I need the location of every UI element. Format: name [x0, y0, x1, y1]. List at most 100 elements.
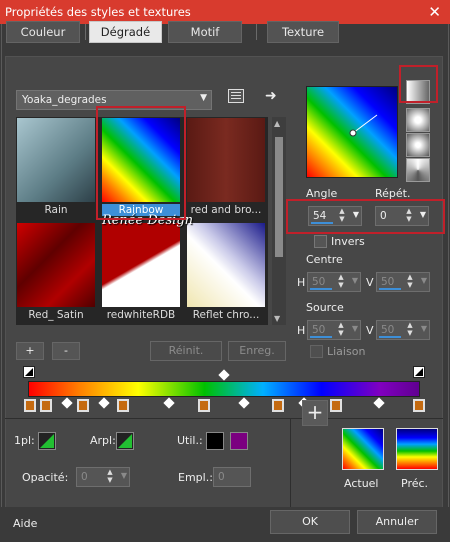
source-h-input[interactable]: 50 ▲ ▼ ▼ [307, 320, 361, 340]
scroll-down-icon[interactable]: ▼ [274, 314, 280, 323]
center-v-slider[interactable] [379, 288, 401, 290]
color-stop[interactable] [117, 399, 129, 412]
swatch-scrollbar[interactable]: ▲ ▼ [272, 117, 286, 325]
util-color-black[interactable] [206, 432, 224, 450]
color-stop[interactable] [198, 399, 210, 412]
close-icon[interactable]: ✕ [428, 3, 441, 21]
source-v-input[interactable]: 50 ▲ ▼ ▼ [376, 320, 430, 340]
source-h-slider[interactable] [310, 336, 332, 338]
source-v-label: V [366, 324, 374, 337]
util-color-purple[interactable] [230, 432, 248, 450]
swatch-label: redwhiteRDB [106, 309, 176, 321]
add-to-library-button[interactable]: + [302, 400, 328, 426]
center-h-input[interactable]: 50 ▲ ▼ ▼ [307, 272, 361, 292]
library-manager-icon[interactable] [228, 89, 244, 103]
swatch-redwhiterdb[interactable]: redwhiteRDB [102, 223, 180, 325]
swatch-preview [102, 223, 180, 307]
chevron-down-icon[interactable]: ▼ [352, 276, 358, 285]
remove-gradient-button[interactable]: - [52, 342, 80, 360]
scroll-up-icon[interactable]: ▲ [274, 119, 280, 128]
empl-value: 0 [218, 471, 225, 483]
swatch-preview [17, 118, 95, 202]
gradient-preview[interactable] [306, 86, 398, 178]
add-gradient-button[interactable]: + [16, 342, 44, 360]
save-gradient-button[interactable]: Enreg. [228, 341, 286, 361]
divider [290, 418, 291, 508]
opacity-stepper[interactable]: ▲ ▼ [105, 468, 115, 486]
center-h-label: H [297, 276, 306, 289]
swatch-red-satin[interactable]: Red_ Satin [17, 223, 95, 325]
color-stop[interactable] [413, 399, 425, 412]
empl-input[interactable]: 0 [213, 467, 251, 487]
tab-motif[interactable]: Motif [168, 21, 242, 43]
swatch-reflet-chrome[interactable]: Reflet chro... [187, 223, 265, 325]
start-pin-icon[interactable] [23, 366, 35, 378]
center-h-value: 50 [312, 276, 326, 288]
arpl-color-swatch[interactable] [116, 432, 134, 450]
invert-checkbox[interactable] [314, 235, 327, 248]
opacity-value: 0 [81, 471, 88, 483]
highlight-rainbow [96, 106, 186, 220]
end-pin-icon[interactable] [413, 366, 425, 378]
opacity-input[interactable]: 0 ▲ ▼ ▼ [76, 467, 130, 487]
chevron-down-icon[interactable]: ▼ [352, 324, 358, 333]
color-stop[interactable] [40, 399, 52, 412]
swatch-label: red and bro... [190, 204, 262, 216]
swatch-label: Rain [44, 204, 68, 216]
sunburst-type-icon[interactable] [406, 158, 430, 182]
center-h-slider[interactable] [310, 288, 332, 290]
previous-gradient-preview[interactable] [396, 428, 438, 470]
help-link[interactable]: Aide [13, 517, 37, 530]
color-stop[interactable] [24, 399, 36, 412]
util-label: Util.: [177, 434, 203, 447]
color-stop[interactable] [330, 399, 342, 412]
source-v-value: 50 [381, 324, 395, 336]
color-stop[interactable] [77, 399, 89, 412]
previous-label: Préc. [401, 477, 429, 490]
center-h-stepper[interactable]: ▲ ▼ [336, 273, 346, 291]
swatch-label: Reflet chro... [192, 309, 260, 321]
arpl-label: Arpl: [90, 434, 116, 447]
link-label: Liaison [327, 345, 366, 358]
divider [5, 418, 443, 419]
swatch-preview [187, 118, 265, 202]
chevron-down-icon[interactable]: ▼ [421, 324, 427, 333]
cancel-button[interactable]: Annuler [357, 510, 437, 534]
tab-couleur[interactable]: Couleur [6, 21, 80, 43]
chevron-down-icon[interactable]: ▼ [121, 471, 127, 480]
swatch-preview [187, 223, 265, 307]
gradient-bar[interactable] [28, 381, 420, 397]
center-v-label: V [366, 276, 374, 289]
current-gradient-preview[interactable] [342, 428, 384, 470]
radial-type-icon[interactable] [406, 133, 430, 157]
swatch-red-and-brown[interactable]: red and bro... [187, 118, 265, 220]
highlight-linear [399, 65, 438, 103]
center-v-stepper[interactable]: ▲ ▼ [405, 273, 415, 291]
chevron-down-icon: ▼ [200, 93, 207, 103]
link-checkbox[interactable] [310, 345, 323, 358]
swatch-rain[interactable]: Rain [17, 118, 95, 220]
source-v-slider[interactable] [379, 336, 401, 338]
tab-degrade[interactable]: Dégradé [89, 21, 162, 43]
swatch-label: Red_ Satin [28, 309, 84, 321]
center-v-input[interactable]: 50 ▲ ▼ ▼ [376, 272, 430, 292]
first-color-swatch[interactable] [38, 432, 56, 450]
ok-button[interactable]: OK [270, 510, 350, 534]
arrow-right-icon[interactable]: ➜ [265, 88, 277, 104]
source-h-value: 50 [312, 324, 326, 336]
source-h-stepper[interactable]: ▲ ▼ [336, 321, 346, 339]
highlight-angle-repeat [286, 199, 445, 234]
tab-texture[interactable]: Texture [267, 21, 339, 43]
color-stop[interactable] [272, 399, 284, 412]
reset-button[interactable]: Réinit. [150, 341, 222, 361]
chevron-down-icon[interactable]: ▼ [421, 276, 427, 285]
empl-label: Empl.: [178, 471, 213, 484]
center-v-value: 50 [381, 276, 395, 288]
swatch-preview [17, 223, 95, 307]
library-select-value: Yoaka_degrades [22, 94, 107, 106]
window-title: Propriétés des styles et textures [5, 5, 191, 19]
source-v-stepper[interactable]: ▲ ▼ [405, 321, 415, 339]
rectangular-type-icon[interactable] [406, 108, 430, 132]
source-h-label: H [297, 324, 306, 337]
scroll-thumb[interactable] [275, 137, 283, 257]
